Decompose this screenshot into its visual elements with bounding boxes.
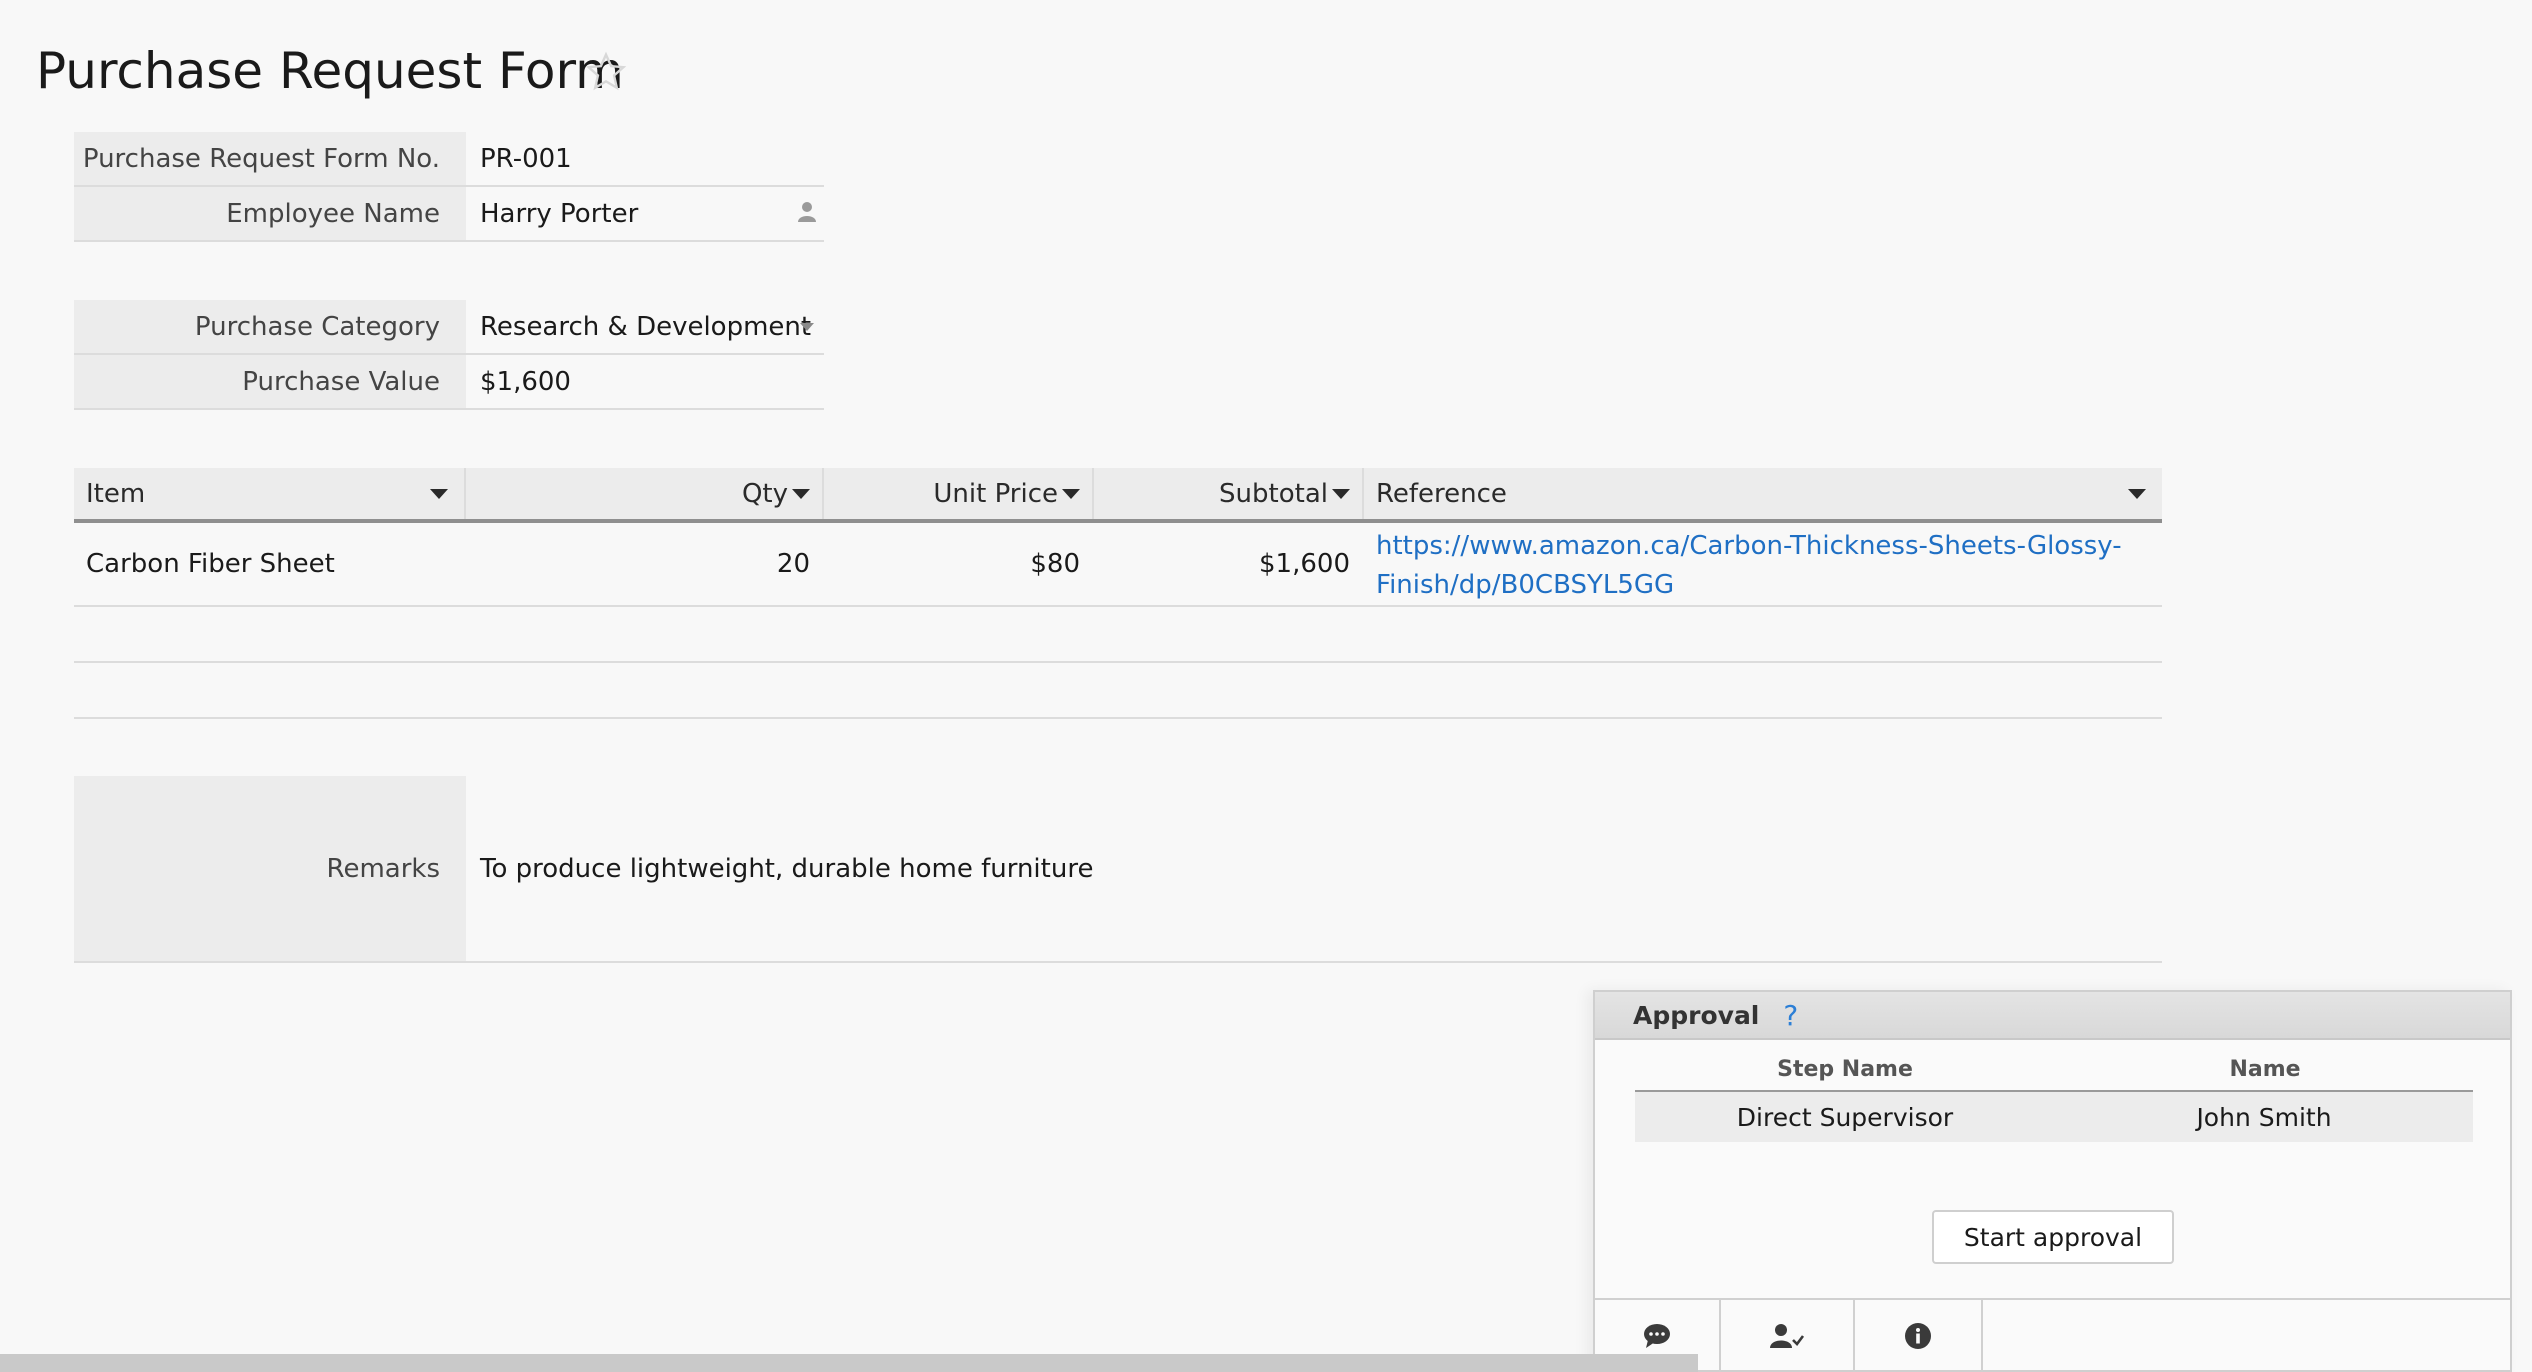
- cell-unit-price[interactable]: $80: [824, 523, 1092, 605]
- reference-link-line1[interactable]: https://www.amazon.ca/Carbon-Thickness-S…: [1376, 527, 2156, 566]
- purchase-value-field[interactable]: $1,600: [466, 355, 824, 409]
- category-select[interactable]: Research & Development: [466, 300, 811, 354]
- column-header-unit-price[interactable]: Unit Price: [824, 468, 1092, 520]
- employee-label: Employee Name: [74, 187, 466, 241]
- horizontal-scrollbar[interactable]: [0, 1354, 1698, 1372]
- approval-panel-footer: [1595, 1298, 2510, 1372]
- column-header-qty-label: Qty: [741, 479, 788, 509]
- user-check-icon: [1770, 1324, 1805, 1348]
- divider: [74, 961, 2162, 963]
- category-label: Purchase Category: [74, 300, 466, 354]
- approval-panel: Approval ? Step Name Name Direct Supervi…: [1593, 990, 2512, 1372]
- sort-caret-icon[interactable]: [2128, 489, 2146, 499]
- form-no-field[interactable]: PR-001: [466, 132, 824, 186]
- table-row-empty[interactable]: [74, 607, 2162, 661]
- person-icon[interactable]: [796, 200, 818, 224]
- column-header-unit-price-label: Unit Price: [933, 479, 1058, 509]
- column-header-subtotal[interactable]: Subtotal: [1094, 468, 1362, 520]
- employee-name-field[interactable]: Harry Porter: [466, 187, 824, 241]
- divider: [74, 240, 824, 242]
- cell-reference[interactable]: https://www.amazon.ca/Carbon-Thickness-S…: [1376, 527, 2156, 605]
- start-approval-button[interactable]: Start approval: [1932, 1210, 2174, 1264]
- column-header-qty[interactable]: Qty: [466, 468, 822, 520]
- sort-caret-icon[interactable]: [1062, 489, 1080, 499]
- row-divider: [74, 717, 2162, 719]
- cell-item[interactable]: Carbon Fiber Sheet: [74, 523, 464, 605]
- table-row[interactable]: Carbon Fiber Sheet 20 $80 $1,600 https:/…: [74, 523, 2162, 605]
- caret-down-icon[interactable]: [800, 323, 814, 331]
- approval-title: Approval: [1633, 1000, 1760, 1030]
- comment-icon: [1644, 1324, 1670, 1348]
- sort-caret-icon[interactable]: [792, 489, 810, 499]
- approval-header-name: Name: [2229, 1056, 2301, 1082]
- approval-panel-header: Approval ?: [1595, 992, 2510, 1040]
- approval-step-name: Direct Supervisor: [1736, 1102, 1954, 1132]
- cell-subtotal[interactable]: $1,600: [1094, 523, 1362, 605]
- approval-header-step: Step Name: [1777, 1056, 1913, 1082]
- star-icon[interactable]: [584, 50, 628, 94]
- purchase-value-label: Purchase Value: [74, 355, 466, 409]
- reference-link-line2[interactable]: Finish/dp/B0CBSYL5GG: [1376, 566, 2156, 605]
- column-header-reference[interactable]: Reference: [1364, 468, 2162, 520]
- remarks-field[interactable]: To produce lightweight, durable home fur…: [466, 776, 2162, 962]
- column-header-item-label: Item: [86, 479, 146, 509]
- help-icon[interactable]: ?: [1783, 999, 1798, 1032]
- info-tab[interactable]: [1855, 1300, 1983, 1372]
- divider: [74, 408, 824, 410]
- approval-approver-name: John Smith: [2196, 1102, 2332, 1132]
- table-row-empty[interactable]: [74, 663, 2162, 717]
- sort-caret-icon[interactable]: [1332, 489, 1350, 499]
- approval-row[interactable]: Direct Supervisor John Smith: [1635, 1092, 2473, 1142]
- approvers-tab[interactable]: [1721, 1300, 1855, 1372]
- column-header-reference-label: Reference: [1376, 479, 1507, 509]
- column-header-item[interactable]: Item: [74, 468, 464, 520]
- remarks-label: Remarks: [74, 776, 466, 962]
- column-header-subtotal-label: Subtotal: [1219, 479, 1328, 509]
- info-icon: [1905, 1323, 1931, 1349]
- sort-caret-icon[interactable]: [430, 489, 448, 499]
- page-title: Purchase Request Form: [36, 42, 624, 100]
- form-no-label: Purchase Request Form No.: [74, 132, 466, 186]
- cell-qty[interactable]: 20: [466, 523, 822, 605]
